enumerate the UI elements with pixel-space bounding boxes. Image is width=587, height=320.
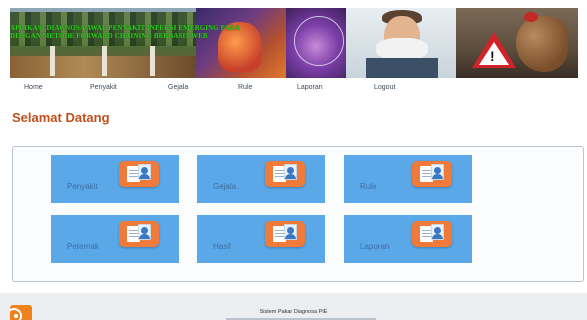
report-icon xyxy=(412,221,452,247)
page-title: Selamat Datang xyxy=(12,110,110,125)
report-icon xyxy=(119,161,159,187)
main-nav: Home Penyakit Gejala Rule Laporan Logout xyxy=(10,82,578,98)
tile-label: Peternak xyxy=(67,242,100,251)
nav-laporan[interactable]: Laporan xyxy=(297,84,323,91)
nav-gejala[interactable]: Gejala xyxy=(168,84,188,91)
tile-gejala[interactable]: Gejala xyxy=(197,155,325,203)
lungs-illustration xyxy=(196,8,286,78)
tile-label: Rule xyxy=(360,182,377,191)
tile-hasil[interactable]: Hasil xyxy=(197,215,325,263)
tile-label: Laporan xyxy=(360,242,390,251)
virus-illustration xyxy=(286,8,346,78)
tile-label: Hasil xyxy=(213,242,231,251)
sick-person-photo xyxy=(346,8,456,78)
farm-photo xyxy=(10,8,196,78)
footer-text: Sistem Pakar Diagnosa PIE xyxy=(259,309,328,315)
report-icon xyxy=(119,221,159,247)
report-icon xyxy=(265,161,305,187)
tile-laporan[interactable]: Laporan xyxy=(344,215,472,263)
banner-title-line2: DENGAN METODE FORWARD CHAINING BERBASIS … xyxy=(10,32,208,40)
footer: Sistem Pakar Diagnosa PIE xyxy=(0,293,587,320)
nav-home[interactable]: Home xyxy=(24,84,43,91)
nav-penyakit[interactable]: Penyakit xyxy=(90,84,117,91)
tile-peternak[interactable]: Peternak xyxy=(51,215,179,263)
dashboard-panel: Penyakit Gejala Rule Peternak Hasil Lapo… xyxy=(12,146,584,282)
report-icon xyxy=(265,221,305,247)
banner-title: APLIKASI DIAGNOSA AWAL PENYAKIT INFEKSI … xyxy=(10,24,350,40)
hen-warning-photo: ! xyxy=(456,8,578,78)
tile-label: Gejala xyxy=(213,182,237,191)
nav-logout[interactable]: Logout xyxy=(374,84,395,91)
tile-penyakit[interactable]: Penyakit xyxy=(51,155,179,203)
header-banner: ! APLIKASI DIAGNOSA AWAL PENYAKIT INFEKS… xyxy=(10,8,578,78)
tile-rule[interactable]: Rule xyxy=(344,155,472,203)
banner-title-line1: APLIKASI DIAGNOSA AWAL PENYAKIT INFEKSI … xyxy=(10,24,240,32)
report-icon xyxy=(412,161,452,187)
nav-rule[interactable]: Rule xyxy=(238,84,252,91)
tile-label: Penyakit xyxy=(67,182,98,191)
